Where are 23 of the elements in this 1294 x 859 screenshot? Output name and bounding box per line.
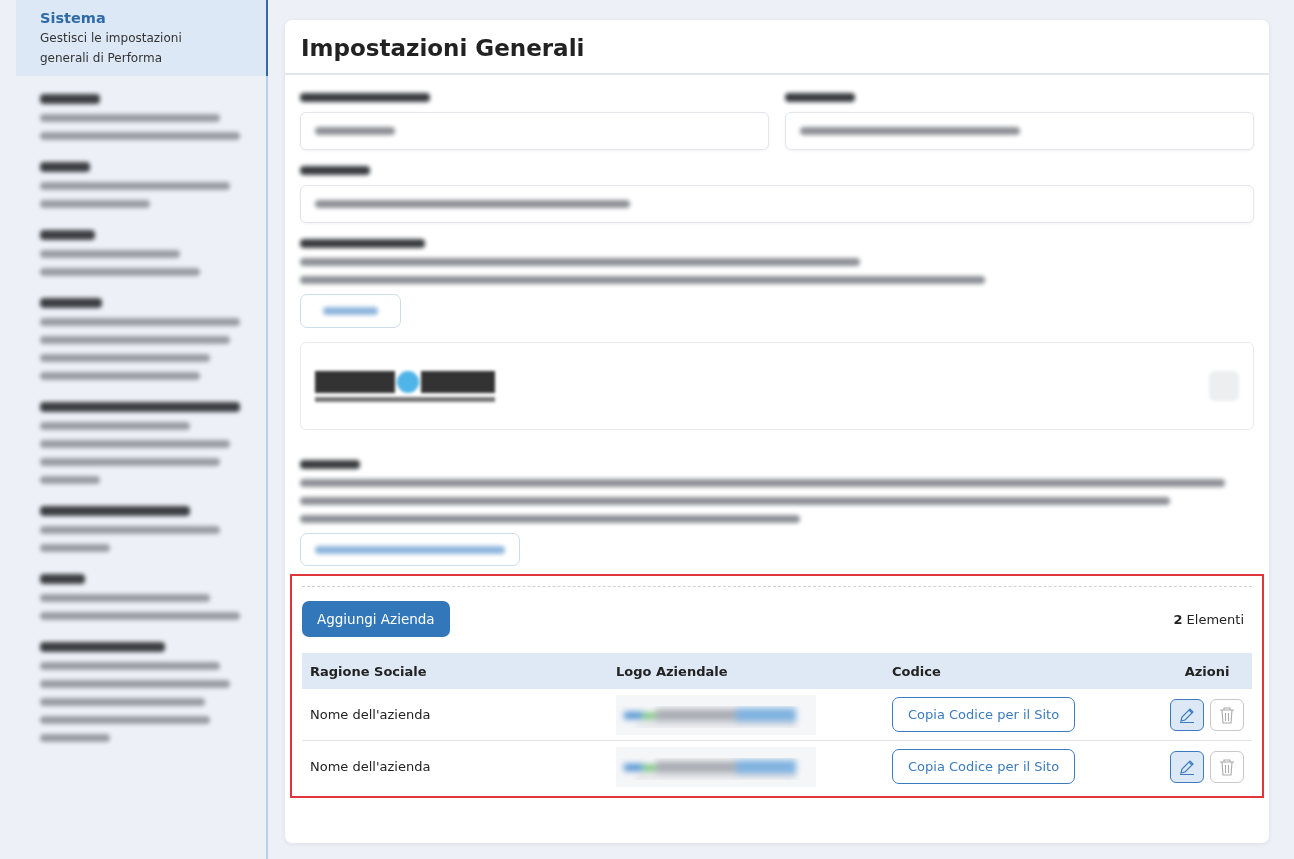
text-field[interactable] — [300, 185, 1254, 223]
copy-code-button[interactable]: Copia Codice per il Sito — [892, 697, 1076, 732]
item-count-label: Elementi — [1186, 611, 1244, 627]
add-company-button[interactable]: Aggiungi Azienda — [302, 601, 450, 637]
table-cell: Nome dell'azienda — [310, 707, 431, 722]
copy-code-button[interactable]: Copia Codice per il Sito — [892, 749, 1076, 784]
text-field[interactable] — [300, 112, 769, 150]
column-header: Ragione Sociale — [310, 663, 427, 679]
trash-icon — [1219, 705, 1235, 724]
blurred-text — [785, 93, 855, 102]
trash-icon — [1219, 757, 1235, 776]
column-header: Azioni — [1184, 663, 1230, 679]
item-count: 2 — [1173, 611, 1183, 627]
sidebar-item[interactable]: Sistema Gestisci le impostazioni generali di Performa — [16, 0, 268, 76]
column-header: Codice — [892, 663, 941, 679]
blurred-text — [300, 460, 360, 469]
table-cell: Nome dell'azienda — [310, 759, 431, 774]
blurred-text — [300, 166, 370, 175]
edit-button[interactable] — [1170, 698, 1204, 731]
page-title: Impostazioni Generali — [285, 20, 1269, 75]
edit-button[interactable] — [1170, 750, 1204, 783]
column-header: Logo Aziendale — [616, 663, 728, 679]
text-field[interactable] — [785, 112, 1254, 150]
